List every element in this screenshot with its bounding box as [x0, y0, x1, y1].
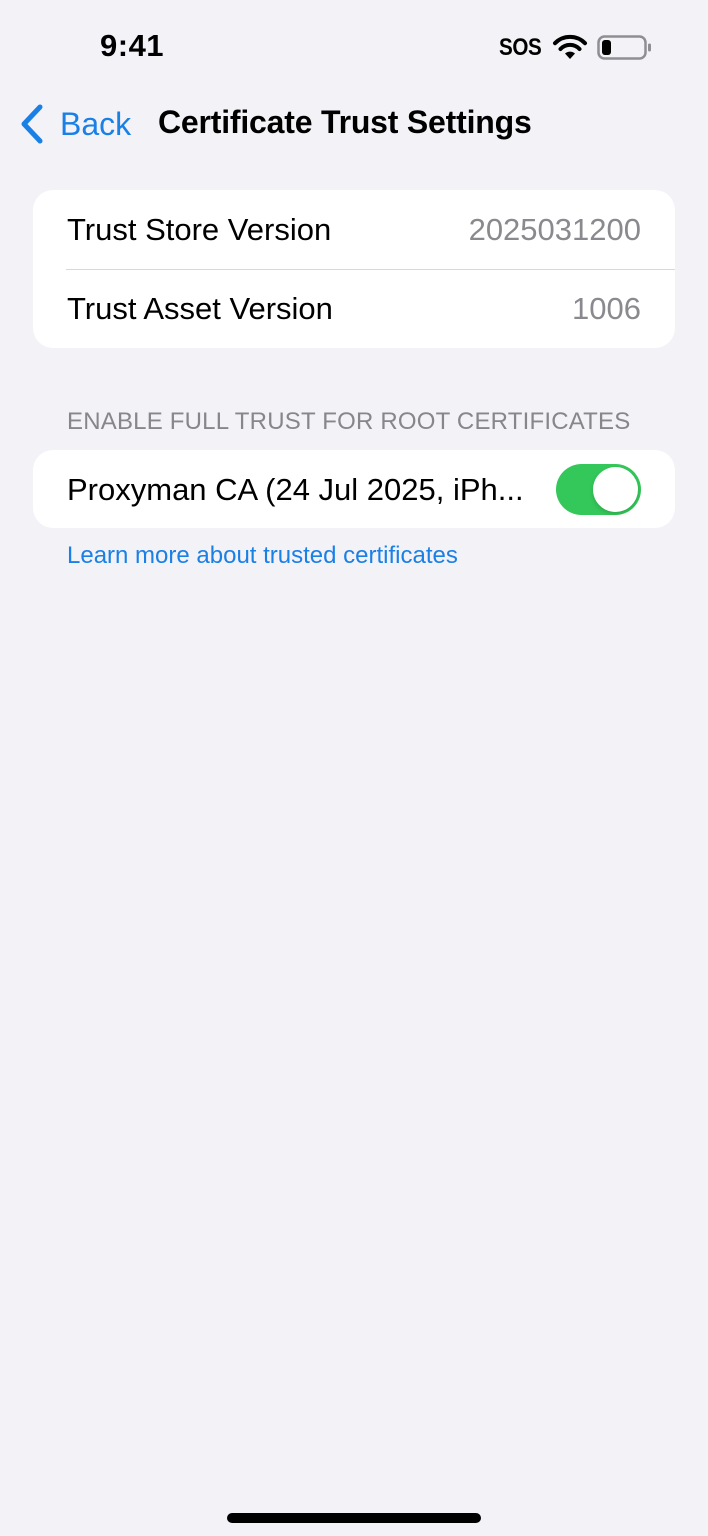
wifi-icon — [553, 34, 587, 59]
navigation-bar: Back Certificate Trust Settings — [0, 96, 708, 156]
trust-asset-version-value: 1006 — [572, 290, 641, 326]
row-divider — [66, 269, 675, 270]
root-certificates-section-header: ENABLE FULL TRUST FOR ROOT CERTIFICATES — [67, 408, 631, 435]
status-time: 9:41 — [100, 28, 165, 63]
status-bar: 9:41 SOS — [0, 0, 708, 96]
page-title: Certificate Trust Settings — [158, 104, 532, 140]
trust-store-version-value: 2025031200 — [468, 211, 641, 247]
toggle-knob — [593, 467, 638, 512]
certificate-trust-toggle[interactable] — [556, 464, 641, 515]
learn-more-link[interactable]: Learn more about trusted certificates — [67, 542, 458, 570]
trust-store-version-label: Trust Store Version — [67, 211, 332, 247]
trust-asset-version-row: Trust Asset Version 1006 — [33, 269, 675, 348]
root-certificates-group: Proxyman CA (24 Jul 2025, iPh... — [33, 450, 675, 528]
version-info-group: Trust Store Version 2025031200 Trust Ass… — [33, 190, 675, 348]
chevron-left-icon — [21, 104, 43, 144]
certificate-row: Proxyman CA (24 Jul 2025, iPh... — [33, 450, 675, 528]
battery-low-icon — [597, 35, 651, 60]
trust-store-version-row: Trust Store Version 2025031200 — [33, 190, 675, 269]
carrier-sos-label: SOS — [499, 34, 542, 61]
back-label: Back — [60, 105, 132, 142]
certificate-label: Proxyman CA (24 Jul 2025, iPh... — [67, 471, 524, 507]
trust-asset-version-label: Trust Asset Version — [67, 290, 333, 326]
back-button[interactable]: Back — [18, 96, 131, 152]
home-indicator[interactable] — [227, 1513, 481, 1523]
